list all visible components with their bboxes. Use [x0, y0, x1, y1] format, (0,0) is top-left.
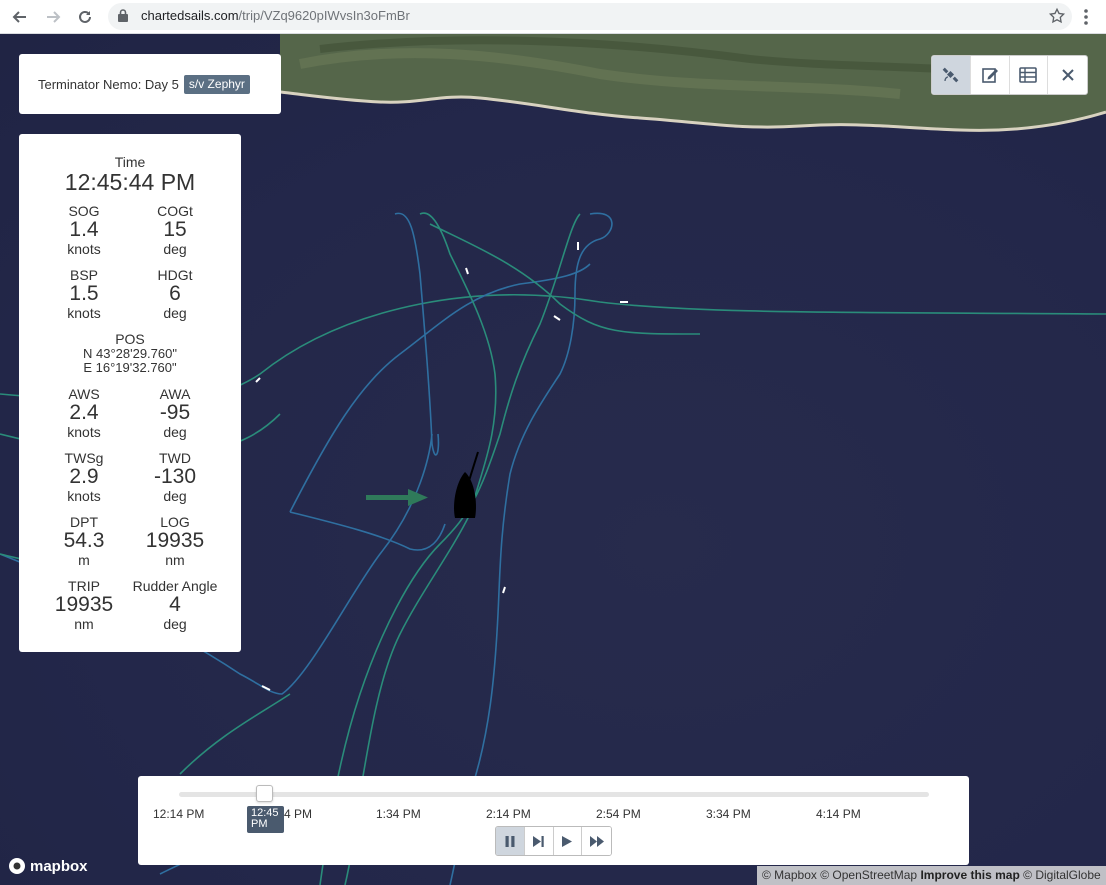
twsg-readout: TWSg 2.9 knots	[64, 450, 104, 504]
log-readout: LOG 19935 nm	[145, 514, 205, 568]
cogt-readout: COGt 15 deg	[157, 203, 193, 257]
kebab-menu-icon	[1084, 9, 1088, 25]
instruments-panel: Time 12:45:44 PM SOG 1.4 knots COGt 15 d…	[19, 134, 241, 652]
attribution-digitalglobe-link[interactable]: © DigitalGlobe	[1023, 868, 1101, 882]
trip-title: Terminator Nemo: Day 5	[38, 76, 179, 92]
mapbox-logo-icon	[9, 858, 25, 874]
trip-readout: TRIP 19935 nm	[54, 578, 114, 632]
play-button[interactable]	[553, 827, 583, 855]
step-forward-icon	[533, 835, 544, 847]
address-bar[interactable]: chartedsails.com/trip/VZq9620pIWvsIn3oFm…	[108, 3, 1072, 30]
dpt-readout: DPT 54.3 m	[63, 514, 105, 568]
pause-button[interactable]	[496, 827, 525, 855]
map-toolbar	[931, 55, 1088, 95]
timeline-slider-track[interactable]	[179, 792, 929, 797]
arrow-right-icon	[47, 11, 61, 23]
attribution-mapbox-link[interactable]: © Mapbox	[762, 868, 817, 882]
hdgt-readout: HDGt 6 deg	[157, 267, 193, 321]
sog-readout: SOG 1.4 knots	[67, 203, 101, 257]
map-canvas[interactable]: Terminator Nemo: Day 5 s/v Zephyr Time 1…	[0, 34, 1106, 885]
timeline-slider-handle[interactable]	[256, 785, 273, 802]
star-icon[interactable]	[1048, 7, 1066, 25]
fast-forward-button[interactable]	[582, 827, 611, 855]
satellite-icon	[942, 67, 959, 83]
forward-button[interactable]	[41, 5, 65, 29]
awa-readout: AWA -95 deg	[159, 386, 191, 440]
close-button[interactable]	[1048, 56, 1087, 94]
fast-forward-icon	[589, 835, 604, 847]
close-icon	[1061, 69, 1074, 81]
improve-map-link[interactable]: Improve this map	[920, 868, 1019, 882]
satellite-toggle-button[interactable]	[932, 56, 971, 94]
timeline-tick: 4:14 PM	[816, 807, 861, 821]
attribution-osm-link[interactable]: © OpenStreetMap	[820, 868, 917, 882]
data-table-button[interactable]	[1010, 56, 1049, 94]
reload-button[interactable]	[73, 5, 97, 29]
table-icon	[1019, 67, 1038, 83]
boat-icon	[454, 451, 479, 518]
current-time-tooltip: 12:45 PM	[247, 806, 284, 833]
bsp-readout: BSP 1.5 knots	[67, 267, 101, 321]
url-text: chartedsails.com/trip/VZq9620pIWvsIn3oFm…	[141, 8, 410, 23]
play-icon	[562, 835, 573, 847]
lock-icon	[118, 9, 128, 22]
timeline-tick: 4 PM	[284, 807, 313, 821]
boat-badge[interactable]: s/v Zephyr	[183, 74, 250, 94]
timeline-tick: 2:54 PM	[596, 807, 641, 821]
position-readout: POS N 43°28'29.760" E 16°19'32.760"	[83, 331, 177, 375]
edit-icon	[981, 68, 998, 83]
timeline-tick: 3:34 PM	[706, 807, 751, 821]
edit-button[interactable]	[971, 56, 1010, 94]
browser-toolbar: chartedsails.com/trip/VZq9620pIWvsIn3oFm…	[0, 0, 1106, 34]
aws-readout: AWS 2.4 knots	[67, 386, 101, 440]
heading-arrow	[366, 489, 428, 506]
mapbox-logo[interactable]: mapbox	[8, 857, 88, 875]
browser-menu-button[interactable]	[1080, 6, 1092, 28]
reload-icon	[79, 10, 91, 23]
timeline-tick: 2:14 PM	[486, 807, 531, 821]
trip-title-panel: Terminator Nemo: Day 5 s/v Zephyr	[19, 54, 281, 114]
twd-readout: TWD -130 deg	[153, 450, 197, 504]
map-attribution: © Mapbox © OpenStreetMap Improve this ma…	[757, 866, 1106, 885]
back-button[interactable]	[8, 5, 32, 29]
timeline-tick: 1:34 PM	[376, 807, 421, 821]
step-forward-button[interactable]	[524, 827, 554, 855]
time-readout: Time 12:45:44 PM	[64, 154, 196, 195]
pause-icon	[505, 835, 515, 847]
arrow-left-icon	[12, 11, 26, 23]
rudder-readout: Rudder Angle 4 deg	[132, 578, 218, 632]
timeline-panel: 12:14 PM 4 PM 1:34 PM 2:14 PM 2:54 PM 3:…	[138, 776, 969, 865]
track-markers	[255, 242, 628, 691]
playback-controls	[495, 826, 612, 856]
timeline-tick: 12:14 PM	[153, 807, 205, 821]
